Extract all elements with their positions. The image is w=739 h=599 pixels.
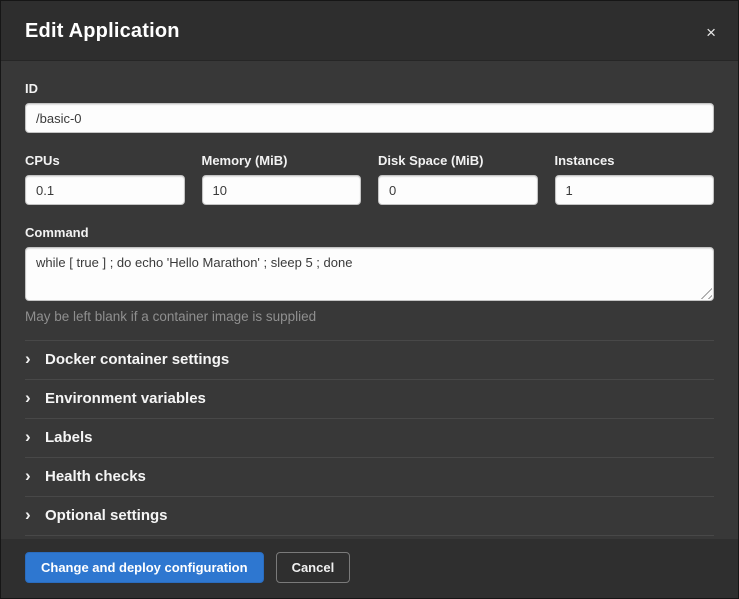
collapsible-sections: › Docker container settings › Environmen… bbox=[25, 340, 714, 536]
cancel-button[interactable]: Cancel bbox=[276, 552, 351, 583]
command-textarea[interactable]: while [ true ] ; do echo 'Hello Marathon… bbox=[25, 247, 714, 301]
id-label: ID bbox=[25, 81, 714, 96]
chevron-right-icon: › bbox=[25, 428, 45, 445]
memory-input[interactable] bbox=[202, 175, 362, 205]
change-and-deploy-button[interactable]: Change and deploy configuration bbox=[25, 552, 264, 583]
chevron-right-icon: › bbox=[25, 389, 45, 406]
section-labels[interactable]: › Labels bbox=[25, 419, 714, 458]
disk-field-group: Disk Space (MiB) bbox=[378, 153, 538, 205]
memory-field-group: Memory (MiB) bbox=[202, 153, 362, 205]
section-optional-settings[interactable]: › Optional settings bbox=[25, 497, 714, 536]
modal-body: ID CPUs Memory (MiB) Disk Space (MiB) In… bbox=[1, 61, 738, 539]
chevron-right-icon: › bbox=[25, 350, 45, 367]
close-icon[interactable]: × bbox=[698, 20, 724, 45]
cpus-input[interactable] bbox=[25, 175, 185, 205]
section-health-checks[interactable]: › Health checks bbox=[25, 458, 714, 497]
id-input[interactable] bbox=[25, 103, 714, 133]
cpus-field-group: CPUs bbox=[25, 153, 185, 205]
instances-field-group: Instances bbox=[555, 153, 715, 205]
section-label: Labels bbox=[45, 429, 93, 446]
disk-label: Disk Space (MiB) bbox=[378, 153, 538, 168]
memory-label: Memory (MiB) bbox=[202, 153, 362, 168]
section-label: Docker container settings bbox=[45, 351, 229, 368]
command-label: Command bbox=[25, 225, 714, 240]
command-help-text: May be left blank if a container image i… bbox=[25, 309, 714, 324]
instances-input[interactable] bbox=[555, 175, 715, 205]
command-field-group: Command while [ true ] ; do echo 'Hello … bbox=[25, 225, 714, 324]
resources-row: CPUs Memory (MiB) Disk Space (MiB) Insta… bbox=[25, 153, 714, 205]
section-label: Health checks bbox=[45, 468, 146, 485]
section-docker-container-settings[interactable]: › Docker container settings bbox=[25, 341, 714, 380]
chevron-right-icon: › bbox=[25, 506, 45, 523]
disk-input[interactable] bbox=[378, 175, 538, 205]
edit-application-modal: Edit Application × ID CPUs Memory (MiB) … bbox=[0, 0, 739, 599]
section-label: Environment variables bbox=[45, 390, 206, 407]
instances-label: Instances bbox=[555, 153, 715, 168]
cpus-label: CPUs bbox=[25, 153, 185, 168]
modal-footer: Change and deploy configuration Cancel bbox=[1, 539, 738, 598]
command-textarea-wrap: while [ true ] ; do echo 'Hello Marathon… bbox=[25, 247, 714, 301]
section-label: Optional settings bbox=[45, 507, 168, 524]
modal-header: Edit Application × bbox=[1, 1, 738, 61]
id-field-group: ID bbox=[25, 81, 714, 133]
chevron-right-icon: › bbox=[25, 467, 45, 484]
section-environment-variables[interactable]: › Environment variables bbox=[25, 380, 714, 419]
modal-title: Edit Application bbox=[25, 20, 180, 43]
